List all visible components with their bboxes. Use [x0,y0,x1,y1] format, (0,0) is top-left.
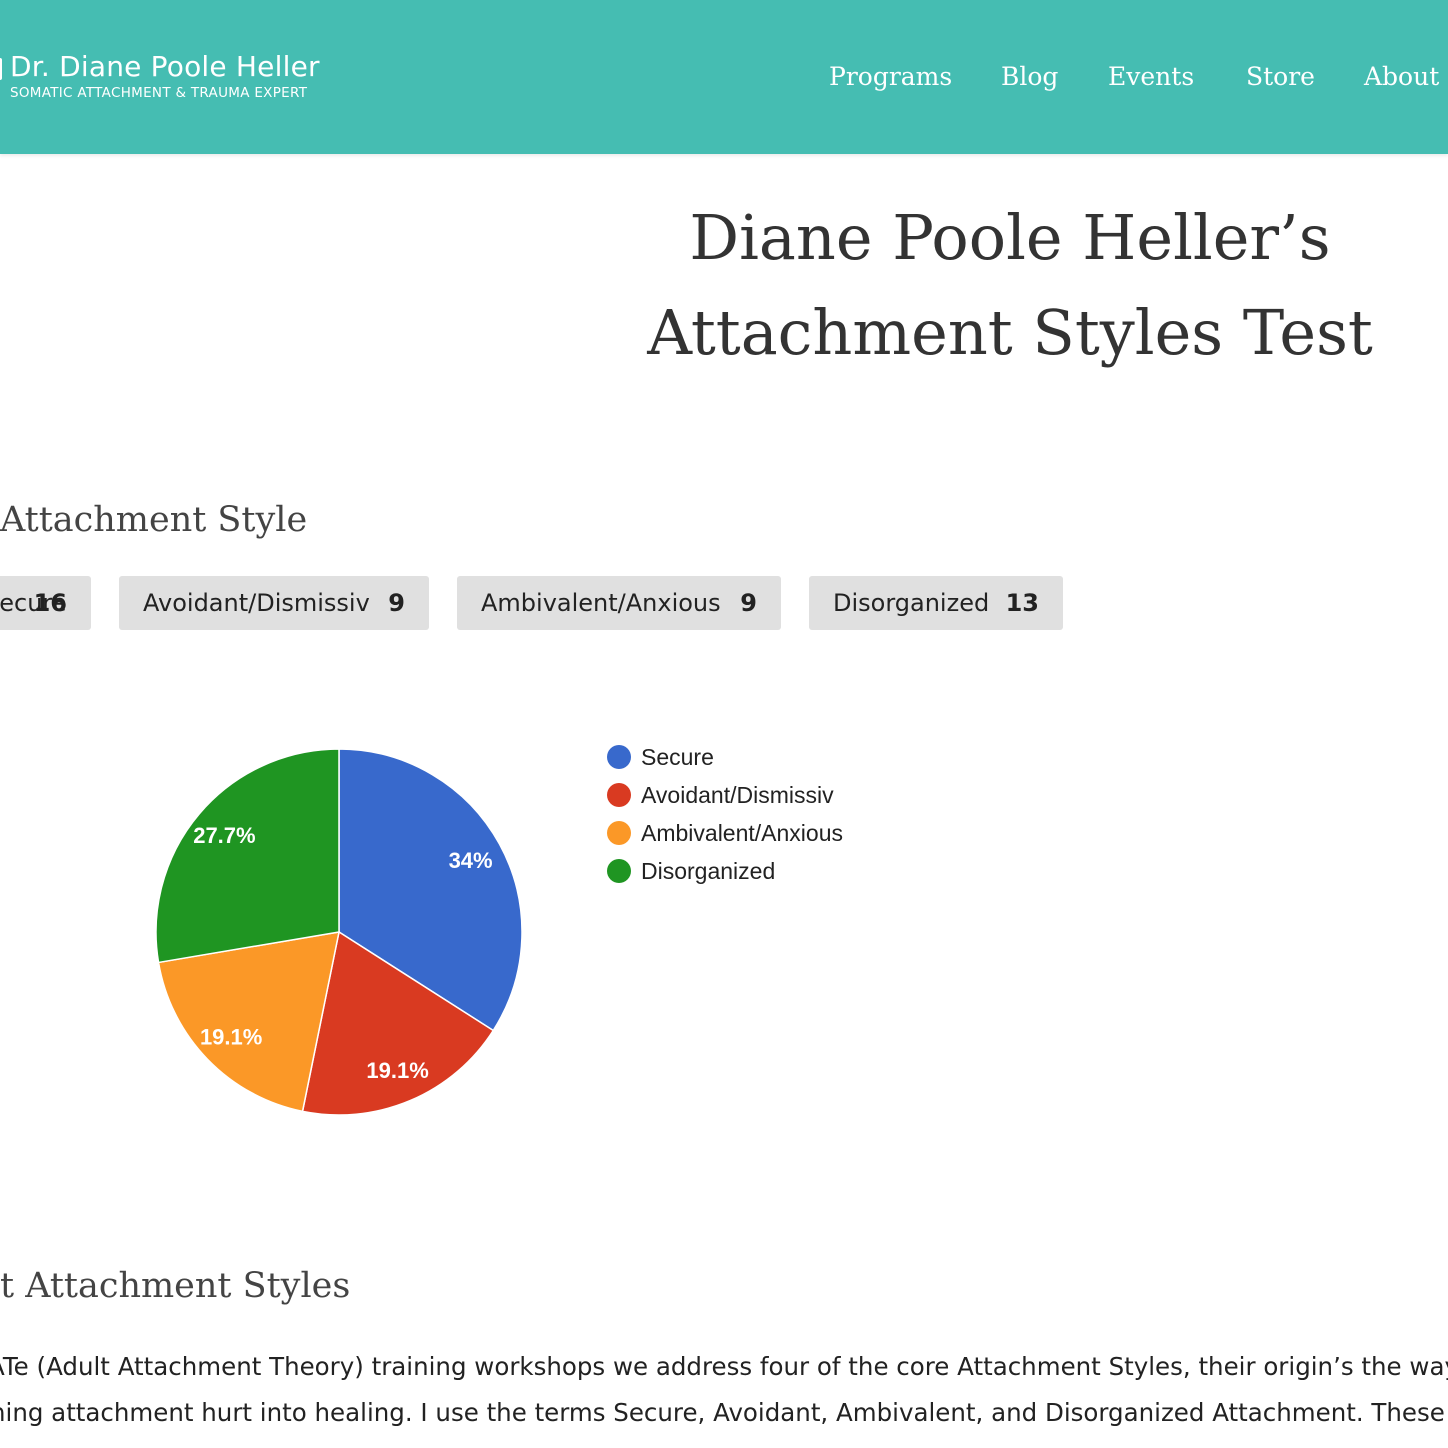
score-label: Ambivalent/Anxious [481,589,721,617]
score-badge-disorganized: Disorganized 13 [809,576,1063,630]
pie-slice-disorganized[interactable] [155,748,340,964]
page-title-line-2: Attachment Styles Test [647,296,1373,369]
legend-label: Disorganized [641,858,775,884]
body-text-line-2: rming attachment hurt into healing. I us… [0,1398,1448,1427]
pie-slice-label: 19.1% [200,1024,262,1049]
nav-about[interactable]: About D [1364,62,1448,91]
nav-store[interactable]: Store [1246,62,1315,91]
score-count: 16 [33,589,67,617]
page: Dr. Diane Poole Heller SOMATIC ATTACHMEN… [0,0,1448,1448]
legend-swatch [607,859,631,883]
page-title: Diane Poole Heller’s Attachment Styles T… [560,190,1448,380]
page-title-line-1: Diane Poole Heller’s [689,201,1331,274]
main-nav: Programs Blog Events Store About D [0,62,1448,96]
legend-label: Ambivalent/Anxious [641,820,843,846]
legend-swatch [607,745,631,769]
about-heading: t Attachment Styles [0,1266,351,1306]
body-text-line-1: SATe (Adult Attachment Theory) training … [0,1352,1448,1381]
pie-slice-label: 19.1% [366,1058,428,1083]
nav-events[interactable]: Events [1108,62,1194,91]
score-badge-ambivalent: Ambivalent/Anxious 9 [457,576,781,630]
nav-programs[interactable]: Programs [829,62,952,91]
score-count: 13 [1005,589,1039,617]
results-heading: Attachment Style [0,500,308,540]
legend-label: Avoidant/Dismissiv [641,782,834,808]
score-count: 9 [740,589,757,617]
legend-swatch [607,821,631,845]
score-badge-avoidant: Avoidant/Dismissiv 9 [119,576,429,630]
pie-slice-label: 27.7% [193,823,255,848]
score-count: 9 [388,589,405,617]
score-label: Disorganized [833,589,990,617]
legend-label: Secure [641,744,714,770]
pie-slice-label: 34% [449,848,493,873]
score-badge-secure: Secure 16 [0,576,91,630]
attachment-pie-chart: 34% 19.1% 19.1% 27.7% Secure Avoidant/Dismiss… [155,744,843,1116]
nav-blog[interactable]: Blog [1001,62,1058,91]
legend-swatch [607,783,631,807]
site-header: Dr. Diane Poole Heller SOMATIC ATTACHMEN… [0,0,1448,154]
score-label: Avoidant/Dismissiv [143,589,370,617]
